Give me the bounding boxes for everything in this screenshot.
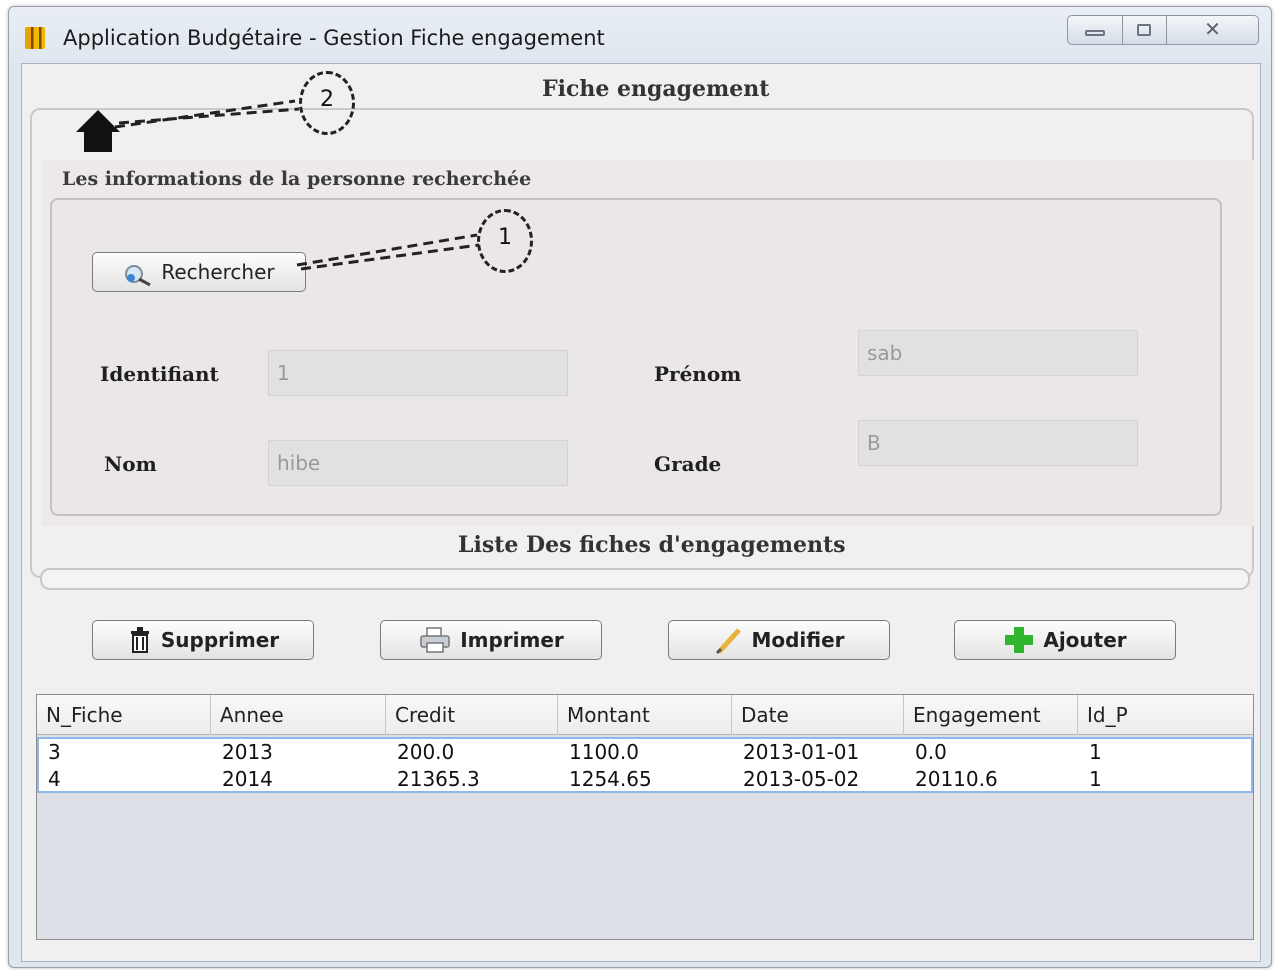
table-cell: 1 (1089, 740, 1102, 764)
search-button-label: Rechercher (161, 260, 275, 284)
table-cell: 1254.65 (569, 767, 652, 791)
identifiant-field[interactable]: 1 (268, 350, 568, 396)
close-button[interactable]: ✕ (1167, 15, 1259, 45)
table-cell: 200.0 (397, 740, 455, 764)
search-icon (125, 265, 152, 286)
maximize-button[interactable] (1123, 15, 1167, 45)
form-title: Fiche engagement (542, 76, 770, 102)
table-cell: 2013-05-02 (743, 767, 860, 791)
edit-button[interactable]: Modifier (668, 620, 890, 660)
table-cell: 2013 (222, 740, 273, 764)
table-cell: 3 (48, 740, 61, 764)
table-cell: 0.0 (915, 740, 947, 764)
column-header-engagement[interactable]: Engagement (904, 695, 1078, 735)
print-button-label: Imprimer (460, 628, 564, 652)
table-header: N_Fiche Annee Credit Montant Date Engage… (37, 695, 1253, 735)
list-separator-bar (40, 568, 1250, 590)
identifiant-label: Identifiant (100, 362, 219, 386)
table-cell: 2014 (222, 767, 273, 791)
application-window: Application Budgétaire - Gestion Fiche e… (8, 6, 1272, 968)
home-icon[interactable] (74, 106, 134, 166)
search-button[interactable]: Rechercher (92, 252, 306, 292)
print-button[interactable]: Imprimer (380, 620, 602, 660)
table-cell: 21365.3 (397, 767, 480, 791)
grade-label: Grade (654, 452, 722, 476)
nom-field[interactable]: hibe (268, 440, 568, 486)
trash-icon (130, 627, 149, 653)
column-header-date[interactable]: Date (732, 695, 904, 735)
prenom-field[interactable]: sab (858, 330, 1138, 376)
table-row[interactable]: 3 2013 200.0 1100.0 2013-01-01 0.0 1 (39, 739, 1251, 766)
list-title: Liste Des fiches d'engagements (458, 532, 846, 558)
table-cell: 1100.0 (569, 740, 639, 764)
engagements-table: N_Fiche Annee Credit Montant Date Engage… (36, 694, 1254, 940)
callout-2: 2 (299, 71, 355, 135)
table-cell: 20110.6 (915, 767, 998, 791)
column-header-annee[interactable]: Annee (211, 695, 386, 735)
minimize-button[interactable] (1067, 15, 1123, 45)
add-button-label: Ajouter (1043, 628, 1127, 652)
grade-field[interactable]: B (858, 420, 1138, 466)
printer-icon (420, 627, 450, 653)
window-title: Application Budgétaire - Gestion Fiche e… (63, 26, 605, 50)
title-bar: Application Budgétaire - Gestion Fiche e… (9, 7, 1271, 63)
window-content: Fiche engagement Les informations de la … (21, 63, 1261, 962)
delete-button-label: Supprimer (160, 628, 280, 652)
app-logo-icon (25, 27, 45, 49)
delete-button[interactable]: Supprimer (92, 620, 314, 660)
nom-label: Nom (104, 452, 157, 476)
plus-icon (1005, 627, 1034, 653)
prenom-label: Prénom (654, 362, 742, 386)
table-body: 3 2013 200.0 1100.0 2013-01-01 0.0 1 4 2… (37, 737, 1253, 793)
table-row[interactable]: 4 2014 21365.3 1254.65 2013-05-02 20110.… (39, 766, 1251, 793)
table-cell: 2013-01-01 (743, 740, 860, 764)
column-header-n-fiche[interactable]: N_Fiche (37, 695, 211, 735)
column-header-credit[interactable]: Credit (386, 695, 558, 735)
add-button[interactable]: Ajouter (954, 620, 1176, 660)
column-header-id-p[interactable]: Id_P (1078, 695, 1253, 735)
table-cell: 4 (48, 767, 61, 791)
pencil-icon (716, 628, 742, 654)
edit-button-label: Modifier (751, 628, 845, 652)
callout-1: 1 (477, 209, 533, 273)
info-section-title: Les informations de la personne recherch… (62, 168, 532, 190)
column-header-montant[interactable]: Montant (558, 695, 732, 735)
table-cell: 1 (1089, 767, 1102, 791)
